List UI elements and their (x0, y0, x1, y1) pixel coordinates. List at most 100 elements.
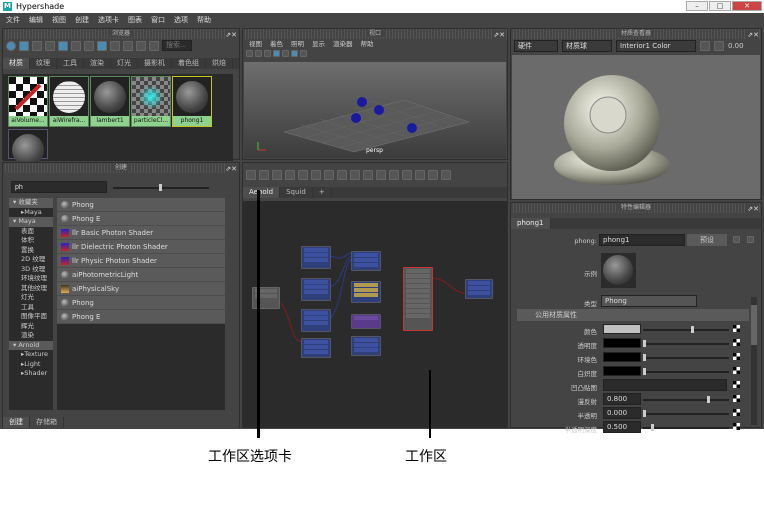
input-connections-icon[interactable] (246, 169, 256, 180)
tree-item[interactable]: ▸Maya (9, 208, 53, 218)
maximize-button[interactable]: □ (709, 1, 731, 11)
toggle-icon[interactable] (6, 40, 16, 51)
slider-knob[interactable] (643, 354, 646, 361)
scrollbar[interactable] (751, 297, 757, 425)
tab-browser[interactable]: 渲染 (84, 58, 111, 69)
output-connections-icon[interactable] (272, 169, 282, 180)
menu-item[interactable]: 帮助 (197, 15, 211, 25)
color-swatch[interactable] (603, 352, 641, 362)
menu-item[interactable]: 选项卡 (98, 15, 119, 25)
environment-dropdown[interactable]: Interior1 Color (616, 39, 696, 52)
list-item[interactable]: Phong (57, 198, 225, 212)
material-swatch[interactable] (8, 129, 48, 166)
browser-search-input[interactable] (162, 40, 192, 51)
viewport-menu-item[interactable]: 视图 (249, 39, 262, 49)
tree-item[interactable]: ▾ Maya (9, 217, 53, 227)
node-shading[interactable] (301, 338, 331, 358)
slider-knob[interactable] (691, 326, 694, 333)
close-icon[interactable]: ⇗✕ (747, 204, 759, 214)
grid-snap-icon[interactable] (428, 169, 438, 180)
menu-item[interactable]: 窗口 (151, 15, 165, 25)
list-item[interactable]: llr Basic Photon Shader (57, 226, 225, 240)
material-swatch[interactable]: aiVolume... (8, 76, 48, 127)
attr-slider[interactable] (643, 354, 729, 361)
list-item[interactable]: Phong (57, 296, 225, 310)
node-display-driver[interactable] (301, 246, 331, 269)
map-button-icon[interactable] (733, 325, 740, 332)
filter-icon[interactable] (149, 40, 159, 51)
full-view-icon[interactable] (376, 169, 386, 180)
close-icon[interactable]: ⇗✕ (225, 30, 237, 40)
viewport-menu-item[interactable]: 渲染器 (333, 39, 353, 49)
list-item[interactable]: Phong E (57, 212, 225, 226)
exposure-value[interactable]: 0.00 (728, 42, 744, 50)
medium-swatch-icon[interactable] (58, 40, 68, 51)
minimize-button[interactable]: – (686, 1, 708, 11)
connected-view-icon[interactable] (363, 169, 373, 180)
close-icon[interactable]: ⇗✕ (493, 30, 505, 40)
large-swatch-icon[interactable] (71, 40, 81, 51)
attr-value-field[interactable]: 0.000 (603, 407, 641, 419)
menu-item[interactable]: 创建 (75, 15, 89, 25)
tree-item[interactable]: 置换 (9, 246, 53, 256)
camera-icon[interactable] (246, 50, 253, 57)
list-item[interactable]: Phong E (57, 310, 225, 324)
tree-item[interactable]: ▾ Arnold (9, 340, 53, 350)
map-button-icon[interactable] (733, 381, 740, 388)
material-swatch[interactable]: phong1 (172, 76, 212, 127)
color-swatch[interactable] (603, 324, 641, 334)
layout-icon[interactable] (298, 169, 308, 180)
tree-item[interactable]: 2D 纹理 (9, 255, 53, 265)
settings-icon[interactable] (714, 40, 724, 51)
list-item[interactable]: llr Dielectric Photon Shader (57, 240, 225, 254)
close-icon[interactable]: ⇗✕ (225, 164, 237, 174)
viewport-menu-item[interactable]: 帮助 (361, 39, 374, 49)
tree-item[interactable]: ▸Shader (9, 369, 53, 379)
node-driver-2[interactable] (301, 309, 331, 332)
tab-browser[interactable]: 材质 (3, 58, 30, 69)
map-button-icon[interactable] (733, 339, 740, 346)
graph-icon[interactable] (311, 169, 321, 180)
attr-slider[interactable] (643, 410, 729, 417)
color-swatch[interactable] (603, 338, 641, 348)
node-name-field[interactable]: phong1 (599, 234, 685, 246)
node-phong1[interactable] (403, 267, 433, 331)
attr-slider[interactable] (643, 326, 729, 333)
tree-item[interactable]: 灯光 (9, 293, 53, 303)
focus-icon[interactable] (733, 236, 740, 243)
grid-icon[interactable] (264, 50, 271, 57)
workspace-tab[interactable]: Squid (280, 187, 313, 198)
tab-browser[interactable]: 纹理 (30, 58, 57, 69)
small-swatch-icon[interactable] (45, 40, 55, 51)
list-item[interactable]: aiPhysicalSky (57, 282, 225, 296)
type-dropdown[interactable]: Phong (601, 295, 697, 307)
node-render-options[interactable] (351, 251, 381, 271)
viewport-menu-item[interactable]: 照明 (291, 39, 304, 49)
view-icon[interactable] (19, 40, 29, 51)
attr-slider[interactable] (643, 396, 729, 403)
map-field[interactable] (603, 379, 727, 391)
workspace-tab[interactable]: + (313, 187, 332, 198)
tree-item[interactable]: 其他纹理 (9, 284, 53, 294)
map-button-icon[interactable] (733, 367, 740, 374)
preset-button[interactable]: 预设 (687, 234, 727, 246)
shape-dropdown[interactable]: 材质球 (562, 39, 612, 52)
workspace-canvas[interactable] (243, 201, 507, 427)
workspace-tab[interactable]: Aenold (243, 187, 281, 198)
material-swatch[interactable]: aiWirefra... (49, 76, 89, 127)
wireframe-icon[interactable] (273, 50, 280, 57)
list-item[interactable]: aiPhotometricLight (57, 268, 225, 282)
viewport-menu-item[interactable]: 显示 (312, 39, 325, 49)
simple-view-icon[interactable] (350, 169, 360, 180)
slider-knob[interactable] (643, 368, 646, 375)
copy-tab-icon[interactable] (747, 236, 754, 243)
slider-knob[interactable] (643, 410, 646, 417)
slider-knob[interactable] (707, 396, 710, 403)
tab-create-bottom[interactable]: 存储箱 (30, 417, 64, 428)
pause-icon[interactable] (700, 40, 710, 51)
tree-item[interactable]: 工具 (9, 303, 53, 313)
tab-browser[interactable]: 摄影机 (138, 58, 172, 69)
tree-item[interactable]: 3D 纹理 (9, 265, 53, 275)
attr-value-field[interactable]: 0.500 (603, 421, 641, 433)
tree-item[interactable]: ▸Light (9, 360, 53, 370)
